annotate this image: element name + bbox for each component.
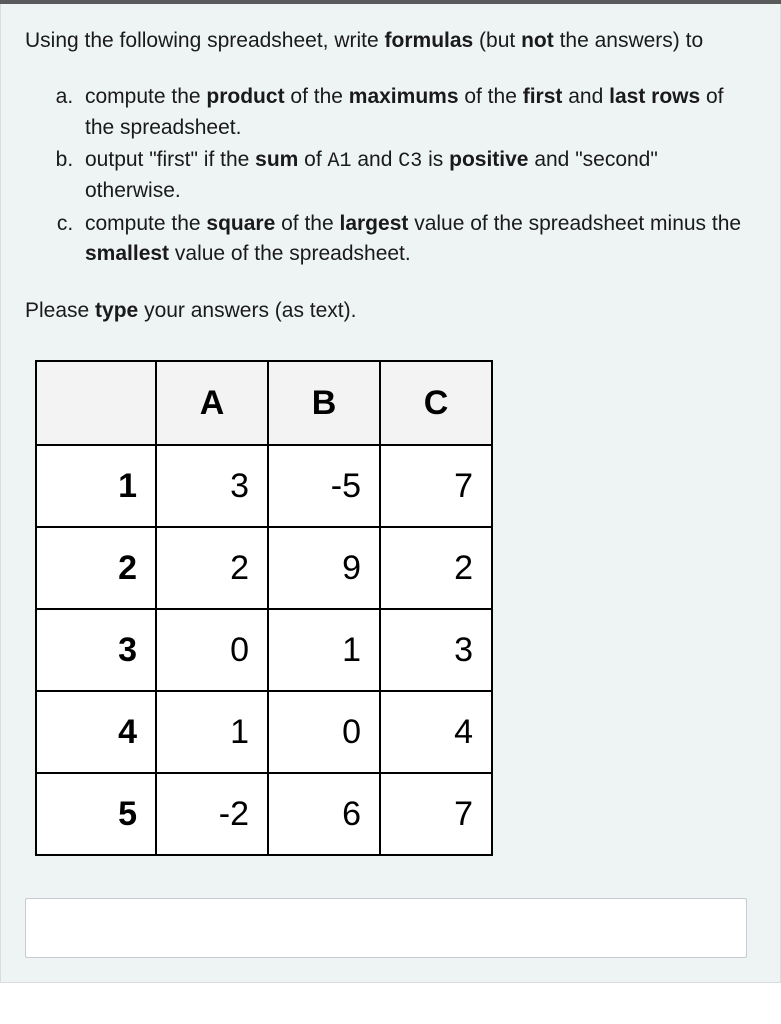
- qc-t2: of the: [275, 212, 339, 235]
- qa-t2: of the: [285, 85, 349, 108]
- question-a: compute the product of the maximums of t…: [79, 82, 756, 143]
- cell-c3: 3: [380, 609, 492, 691]
- cell-a1: 3: [156, 445, 268, 527]
- cell-b2: 9: [268, 527, 380, 609]
- row-label-1: 1: [36, 445, 156, 527]
- qc-t3: value of the spreadsheet minus the: [408, 212, 741, 235]
- qb-b2: positive: [449, 148, 528, 171]
- qc-b3: smallest: [85, 242, 169, 265]
- row-label-4: 4: [36, 691, 156, 773]
- intro-bold-not: not: [521, 29, 554, 52]
- qa-t4: and: [562, 85, 609, 108]
- header-blank: [36, 361, 156, 445]
- question-list: compute the product of the maximums of t…: [25, 82, 756, 269]
- intro-pre: Using the following spreadsheet, write: [25, 29, 385, 52]
- cell-b5: 6: [268, 773, 380, 855]
- qa-t1: compute the: [85, 85, 206, 108]
- intro-bold-formulas: formulas: [385, 29, 474, 52]
- qb-c1: A1: [328, 150, 352, 173]
- header-row: A B C: [36, 361, 492, 445]
- intro-mid: (but: [473, 29, 521, 52]
- answer-input[interactable]: [25, 898, 747, 958]
- question-c: compute the square of the largest value …: [79, 209, 756, 270]
- qa-b2: maximums: [349, 85, 459, 108]
- qb-t1: output "first" if the: [85, 148, 255, 171]
- cell-a5: -2: [156, 773, 268, 855]
- cell-b3: 1: [268, 609, 380, 691]
- qa-b3: first: [523, 85, 563, 108]
- qc-t1: compute the: [85, 212, 206, 235]
- header-c: C: [380, 361, 492, 445]
- type-instruction: Please type your answers (as text).: [25, 296, 756, 326]
- row-label-3: 3: [36, 609, 156, 691]
- cell-a2: 2: [156, 527, 268, 609]
- cell-b4: 0: [268, 691, 380, 773]
- spreadsheet-table: A B C 1 3 -5 7 2 2 9 2 3 0 1 3: [35, 360, 493, 856]
- question-b: output "first" if the sum of A1 and C3 i…: [79, 145, 756, 206]
- qb-t2: of: [298, 148, 327, 171]
- tl-t2: your answers (as text).: [138, 299, 356, 322]
- qa-t3: of the: [459, 85, 523, 108]
- question-panel: Using the following spreadsheet, write f…: [0, 4, 781, 983]
- cell-b1: -5: [268, 445, 380, 527]
- qb-b1: sum: [255, 148, 298, 171]
- table-row: 2 2 9 2: [36, 527, 492, 609]
- table-row: 3 0 1 3: [36, 609, 492, 691]
- header-a: A: [156, 361, 268, 445]
- row-label-5: 5: [36, 773, 156, 855]
- table-row: 1 3 -5 7: [36, 445, 492, 527]
- cell-a4: 1: [156, 691, 268, 773]
- qc-b1: square: [206, 212, 275, 235]
- header-b: B: [268, 361, 380, 445]
- cell-c5: 7: [380, 773, 492, 855]
- table-row: 5 -2 6 7: [36, 773, 492, 855]
- qb-t3: and: [352, 148, 399, 171]
- cell-c2: 2: [380, 527, 492, 609]
- qa-b1: product: [206, 85, 284, 108]
- row-label-2: 2: [36, 527, 156, 609]
- intro-text: Using the following spreadsheet, write f…: [25, 26, 756, 56]
- tl-t1: Please: [25, 299, 95, 322]
- tl-b1: type: [95, 299, 138, 322]
- table-row: 4 1 0 4: [36, 691, 492, 773]
- cell-a3: 0: [156, 609, 268, 691]
- intro-post: the answers) to: [554, 29, 703, 52]
- qc-b2: largest: [340, 212, 409, 235]
- qb-c2: C3: [398, 150, 422, 173]
- qb-t4: is: [422, 148, 449, 171]
- qa-b4: last rows: [609, 85, 700, 108]
- qc-t4: value of the spreadsheet.: [169, 242, 411, 265]
- cell-c4: 4: [380, 691, 492, 773]
- cell-c1: 7: [380, 445, 492, 527]
